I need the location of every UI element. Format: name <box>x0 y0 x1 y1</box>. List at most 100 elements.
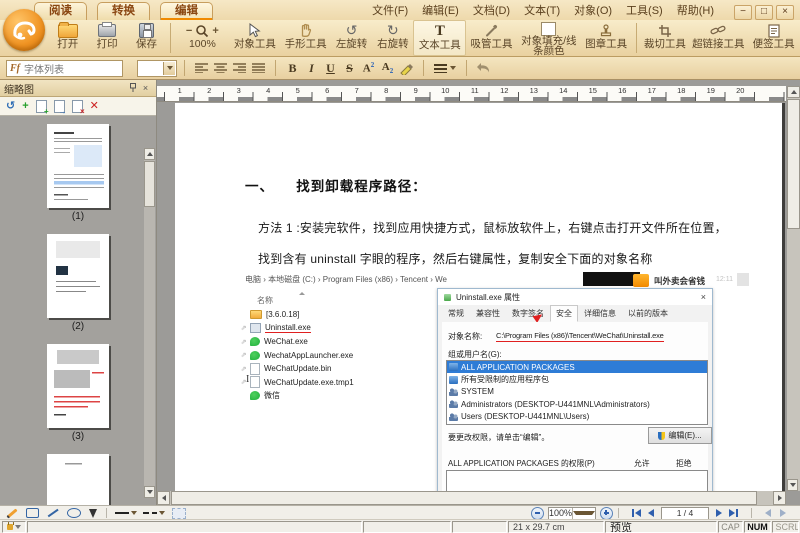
scroll-up-icon[interactable] <box>144 148 155 160</box>
dashed-line-icon <box>143 512 157 514</box>
dash-style-dropdown[interactable] <box>143 511 165 515</box>
superscript-button[interactable]: A2 <box>360 60 377 77</box>
scroll-up-icon[interactable] <box>787 86 800 98</box>
close-panel-icon[interactable]: × <box>139 83 152 93</box>
align-center-button[interactable] <box>212 60 229 77</box>
fill-stroke-color-button[interactable]: 对象填充/线条颜色 <box>517 20 581 56</box>
zoom-out-button[interactable]: − <box>186 25 192 37</box>
menu-item[interactable]: 文件(F) <box>365 2 415 18</box>
next-view-button[interactable] <box>780 509 786 517</box>
uac-shield-icon <box>658 432 665 440</box>
menu-item[interactable]: 工具(S) <box>619 2 670 18</box>
scroll-down-icon[interactable] <box>787 479 798 491</box>
hand-tool-button[interactable]: 手形工具 <box>280 20 331 56</box>
close-button[interactable]: × <box>776 5 794 20</box>
line-tool-button[interactable] <box>47 512 59 514</box>
rotate-right-button[interactable]: ↻ 右旋转 <box>372 20 413 56</box>
font-size-dropdown[interactable] <box>137 60 177 77</box>
lock-toggle[interactable] <box>2 521 26 533</box>
eyedropper-button[interactable]: 吸管工具 <box>466 20 517 56</box>
maximize-button[interactable]: □ <box>755 5 773 20</box>
ribbon-tab[interactable]: 编辑 <box>160 2 213 20</box>
scroll-down-icon[interactable] <box>144 486 155 498</box>
note-tool-button[interactable]: 便签工具 <box>747 20 800 56</box>
menu-item[interactable]: 帮助(H) <box>670 2 721 18</box>
zoom-out-button[interactable] <box>531 507 544 520</box>
page-thumbnail[interactable] <box>47 124 109 208</box>
page-thumbnail[interactable] <box>47 344 109 428</box>
permissions-listbox <box>446 470 708 491</box>
align-left-button[interactable] <box>193 60 210 77</box>
zoom-level-dropdown[interactable]: 100% <box>548 507 596 520</box>
align-right-button[interactable] <box>231 60 248 77</box>
line-style-dropdown[interactable] <box>115 511 137 515</box>
app-logo-elephant-icon[interactable] <box>3 9 45 51</box>
menu-item[interactable]: 文本(T) <box>517 2 567 18</box>
previous-page-button[interactable] <box>648 509 654 517</box>
window-controls: − □ × <box>731 5 794 20</box>
pencil-tool-button[interactable] <box>6 512 18 515</box>
object-tool-button[interactable]: 对象工具 <box>230 20 281 56</box>
underline-button[interactable]: U <box>322 60 339 77</box>
pen-tool-button[interactable] <box>89 509 97 518</box>
ribbon-tab[interactable]: 转换 <box>97 2 150 20</box>
page-indicator-input[interactable]: 1 / 4 <box>661 507 709 520</box>
rectangle-tool-button[interactable] <box>26 508 39 518</box>
stamp-tool-button[interactable]: 图章工具 <box>581 20 632 56</box>
text-tool-button[interactable]: T 文本工具 <box>413 20 466 56</box>
zoom-in-button[interactable]: + <box>212 25 218 37</box>
font-list-dropdown[interactable]: Ff 字体列表 <box>6 60 123 77</box>
replace-page-button[interactable]: × <box>72 100 83 113</box>
scrollbar-thumb[interactable] <box>787 99 800 229</box>
menu-item[interactable]: 编辑(E) <box>415 2 466 18</box>
last-page-button[interactable] <box>729 509 738 517</box>
menu-item[interactable]: 文档(D) <box>466 2 517 18</box>
zoom-in-button[interactable] <box>600 507 613 520</box>
align-justify-button[interactable] <box>250 60 267 77</box>
rotate-left-button[interactable]: ↺ 左旋转 <box>331 20 372 56</box>
scrollbar-thumb[interactable] <box>144 161 155 207</box>
horizontal-scrollbar[interactable] <box>157 491 786 505</box>
bold-button[interactable]: B <box>284 60 301 77</box>
previous-view-button[interactable] <box>765 509 771 517</box>
italic-button[interactable]: I <box>303 60 320 77</box>
minimize-button[interactable]: − <box>734 5 752 20</box>
scroll-left-icon[interactable] <box>157 491 170 505</box>
insert-page-button[interactable]: + <box>36 100 47 113</box>
scroll-right-icon[interactable] <box>773 491 786 505</box>
scrollbar-thumb[interactable] <box>171 491 757 505</box>
undo-button[interactable] <box>475 60 492 77</box>
hyperlink-tool-button[interactable]: 超链接工具 <box>689 20 747 56</box>
sort-caret-icon <box>299 292 305 295</box>
rotate-cw-icon: ↻ <box>387 22 399 39</box>
highlighter-button[interactable] <box>398 60 415 77</box>
strikethrough-button[interactable]: S <box>341 60 358 77</box>
crop-tool-button[interactable]: 裁切工具 <box>640 20 689 56</box>
pdf-page[interactable]: 一、 找到卸载程序路径： 方法 1 :安装完软件，找到应用快捷方式，鼠标放软件上… <box>175 103 782 491</box>
notification-time: 12:11 <box>716 276 733 283</box>
rotate-page-button[interactable]: ↺ <box>6 101 15 112</box>
subscript-button[interactable]: A2 <box>379 60 396 77</box>
page-thumbnail-cell: (3) <box>0 344 156 443</box>
delete-page-button[interactable]: ✕ <box>90 101 99 112</box>
horizontal-ruler: 1234567891011121314151617181920 <box>157 86 786 102</box>
zoom-control[interactable]: − + 100% <box>175 20 229 56</box>
line-width-dropdown[interactable] <box>432 60 458 77</box>
add-page-button[interactable]: + <box>22 101 28 112</box>
menu-item[interactable]: 对象(O) <box>567 2 619 18</box>
extract-page-button[interactable]: → <box>54 100 65 113</box>
ellipse-tool-button[interactable] <box>67 508 81 518</box>
link-icon <box>710 24 726 37</box>
next-page-button[interactable] <box>716 509 722 517</box>
thumbnail-scrollbar[interactable] <box>144 148 155 498</box>
first-page-button[interactable] <box>632 509 641 517</box>
open-button[interactable]: 打开 <box>48 20 87 56</box>
ribbon-tab[interactable]: 阅读 <box>34 2 87 20</box>
print-button[interactable]: 打印 <box>87 20 126 56</box>
save-button[interactable]: 保存 <box>127 20 166 56</box>
vertical-scrollbar[interactable] <box>787 86 800 491</box>
page-thumbnail[interactable] <box>47 234 109 318</box>
line-icon <box>48 509 59 517</box>
page-thumbnail[interactable] <box>47 454 109 505</box>
pin-panel-icon[interactable] <box>126 83 139 94</box>
